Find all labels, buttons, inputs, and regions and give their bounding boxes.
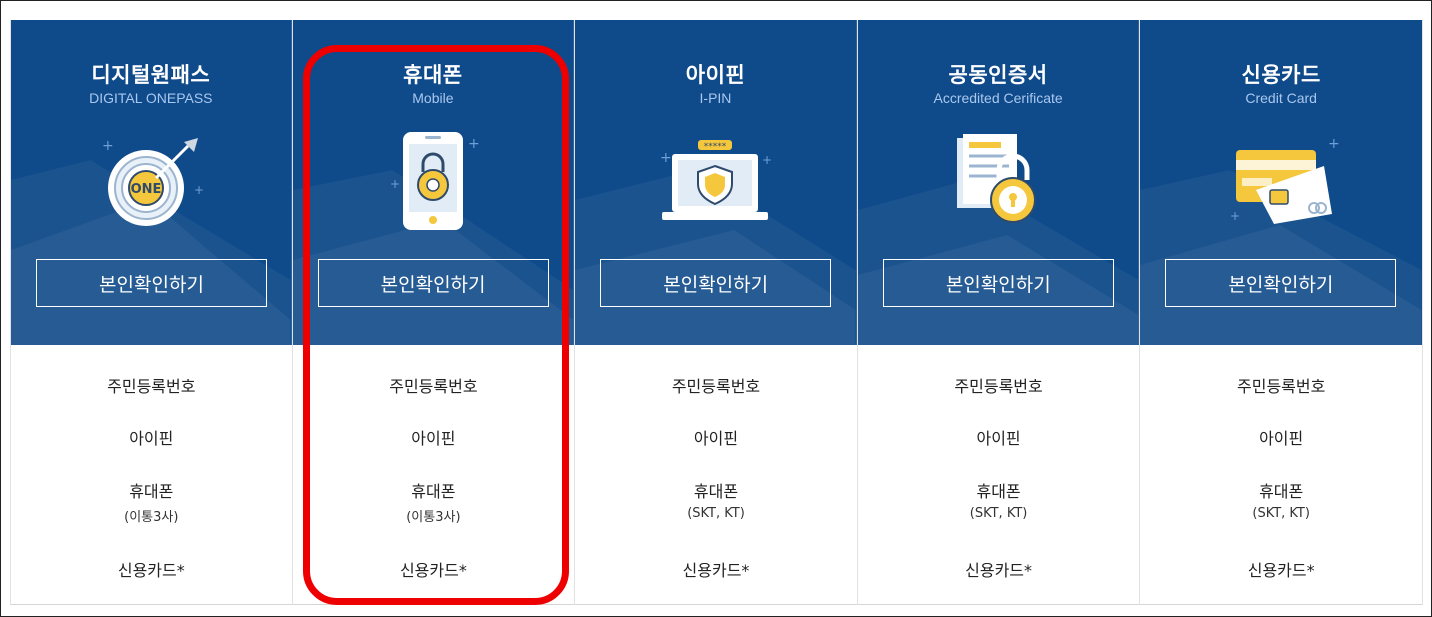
list-item: 신용카드*	[399, 561, 467, 580]
method-digital-onepass: 디지털원패스 DIGITAL ONEPASS ONE + + 본인확인하기 주민…	[10, 20, 293, 605]
verify-button[interactable]: 본인확인하기	[882, 259, 1114, 307]
method-header: 아이핀 I-PIN ***** + + 본인확인하기	[575, 20, 857, 345]
svg-text:+: +	[1230, 209, 1240, 223]
pin-mask: *****	[704, 142, 727, 152]
phone-lock-icon: + +	[390, 132, 480, 230]
list-item: 주민등록번호	[1237, 377, 1326, 396]
list-item-note: (SKT, KT)	[687, 506, 745, 521]
list-item: 휴대폰	[976, 482, 1021, 501]
list-item: 주민등록번호	[389, 377, 478, 396]
method-certificate: 공동인증서 Accredited Cerificate 본인확인하기 주민등록번…	[857, 20, 1141, 605]
supported-list: 주민등록번호 아이핀 휴대폰 (SKT, KT) 신용카드*	[1140, 345, 1422, 605]
supported-list: 주민등록번호 아이핀 휴대폰 (이통3사) 신용카드*	[292, 345, 575, 605]
certificate-lock-icon	[957, 134, 1037, 223]
method-subtitle: I-PIN	[699, 90, 732, 106]
list-item-note: (이통3사)	[406, 510, 461, 525]
list-item: 휴대폰	[1259, 482, 1304, 501]
verify-button[interactable]: 본인확인하기	[36, 259, 267, 307]
svg-text:+: +	[762, 153, 772, 167]
list-item: 신용카드*	[117, 561, 185, 580]
method-header: 휴대폰 Mobile + + 본인확인하기	[292, 20, 575, 345]
svg-text:+: +	[468, 136, 480, 152]
list-item-note: (SKT, KT)	[969, 506, 1028, 521]
credit-card-icon: + +	[1230, 136, 1340, 224]
list-item: 아이핀	[693, 429, 739, 448]
list-item-note: (이통3사)	[124, 510, 179, 525]
list-item: 휴대폰	[411, 482, 456, 501]
verify-button[interactable]: 본인확인하기	[600, 259, 832, 307]
method-ipin: 아이핀 I-PIN ***** + + 본인확인하기 주민등록번호 아이핀 휴대…	[575, 20, 858, 605]
method-mobile: 휴대폰 Mobile + + 본인확인하기 주민등록번호 아이핀 휴대폰 (이통…	[292, 20, 576, 605]
target-one-icon: ONE + +	[102, 138, 204, 226]
method-title: 휴대폰	[403, 63, 463, 87]
svg-text:+: +	[102, 138, 114, 154]
method-title: 공동인증서	[948, 63, 1048, 87]
verify-button[interactable]: 본인확인하기	[317, 259, 549, 307]
list-item: 신용카드*	[682, 561, 750, 580]
method-subtitle: Accredited Cerificate	[933, 90, 1063, 106]
laptop-shield-icon: ***** + +	[660, 140, 773, 220]
list-item: 아이핀	[411, 429, 456, 448]
supported-list: 주민등록번호 아이핀 휴대폰 (SKT, KT) 신용카드*	[575, 345, 857, 605]
list-item: 주민등록번호	[671, 377, 761, 396]
method-subtitle: DIGITAL ONEPASS	[89, 90, 213, 106]
method-title: 신용카드	[1241, 63, 1321, 87]
supported-list: 주민등록번호 아이핀 휴대폰 (이통3사) 신용카드*	[11, 345, 292, 605]
list-item: 주민등록번호	[107, 377, 196, 396]
list-item: 주민등록번호	[954, 377, 1043, 396]
method-header: 공동인증서 Accredited Cerificate 본인확인하기	[857, 20, 1140, 345]
method-header: 디지털원패스 DIGITAL ONEPASS ONE + + 본인확인하기	[11, 20, 292, 345]
svg-text:+: +	[660, 150, 672, 166]
list-item: 휴대폰	[693, 482, 739, 501]
one-label: ONE	[130, 182, 161, 197]
method-credit-card: 신용카드 Credit Card + + 본인확인하기 주민등록번호 아이핀 휴…	[1140, 20, 1423, 605]
list-item: 아이핀	[1259, 429, 1304, 448]
svg-text:+: +	[1328, 136, 1340, 152]
method-title: 아이핀	[685, 63, 746, 87]
method-subtitle: Mobile	[412, 90, 454, 106]
method-title: 디지털원패스	[91, 63, 211, 87]
method-header: 신용카드 Credit Card + + 본인확인하기	[1140, 20, 1422, 345]
list-item: 신용카드*	[965, 561, 1033, 580]
list-item-note: (SKT, KT)	[1252, 506, 1310, 521]
list-item: 휴대폰	[129, 482, 174, 501]
list-item: 아이핀	[129, 429, 174, 448]
verification-methods: 디지털원패스 DIGITAL ONEPASS ONE + + 본인확인하기 주민…	[10, 20, 1423, 605]
method-subtitle: Credit Card	[1245, 90, 1317, 106]
svg-text:+: +	[194, 183, 204, 197]
supported-list: 주민등록번호 아이핀 휴대폰 (SKT, KT) 신용카드*	[857, 345, 1140, 605]
verify-button[interactable]: 본인확인하기	[1165, 259, 1397, 307]
list-item: 신용카드*	[1247, 561, 1315, 580]
list-item: 아이핀	[976, 429, 1021, 448]
svg-text:+: +	[390, 177, 400, 191]
